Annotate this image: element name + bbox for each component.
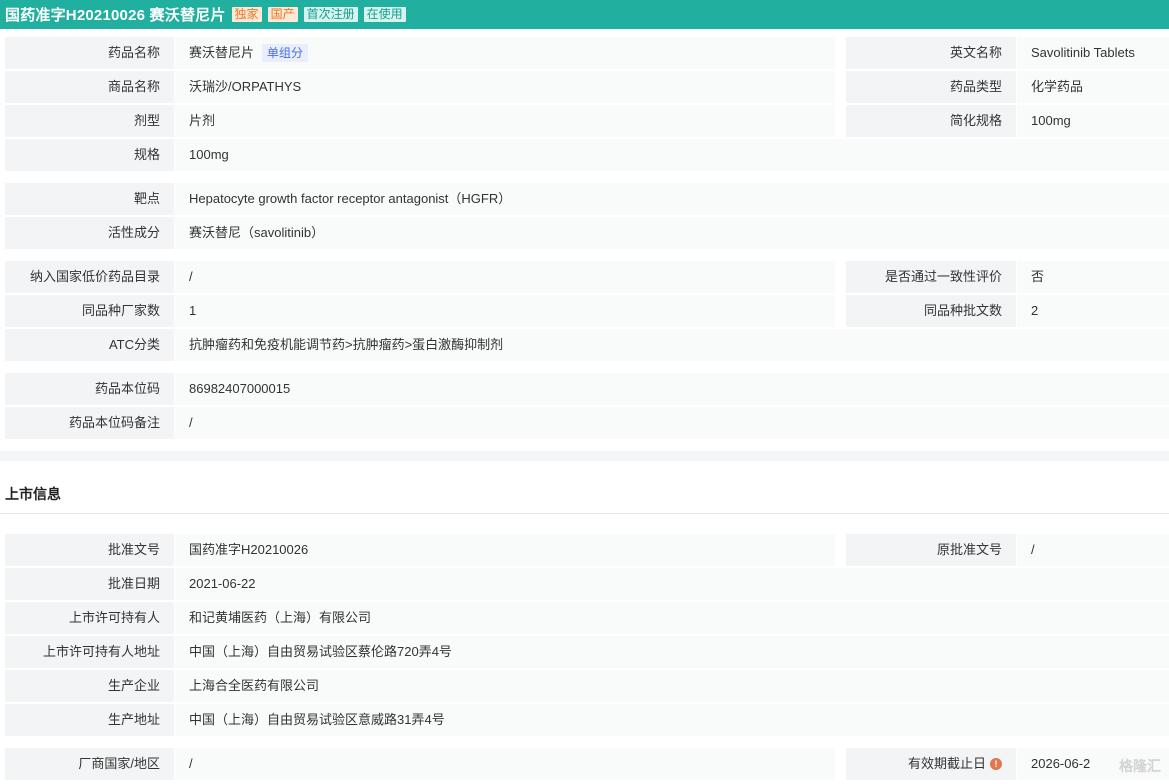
badge-domestic: 国产 [267, 7, 298, 22]
trade-name-value: 沃瑞沙/ORPATHYS [175, 71, 835, 103]
consistency-eval-value: 否 [1017, 261, 1169, 293]
drug-detail-page: 药品名称 赛沃替尼片 单组分 英文名称 Savolitinib Tablets 商… [0, 29, 1169, 784]
drug-code-value: 86982407000015 [175, 373, 1169, 405]
target-label: 靶点 [5, 183, 174, 215]
page-header: 国药准字H20210026 赛沃替尼片 独家 国产 首次注册 在使用 [0, 0, 1169, 29]
target-value: Hepatocyte growth factor receptor antago… [175, 183, 1169, 215]
badge-first-registration: 首次注册 [303, 7, 358, 22]
approval-date-label: 批准日期 [5, 568, 174, 600]
active-ingredient-value: 赛沃替尼（savolitinib） [175, 217, 1169, 249]
approval-count-label: 同品种批文数 [846, 295, 1016, 327]
watermark-logo: 格隆汇 [1119, 758, 1161, 774]
drug-code-note-label: 药品本位码备注 [5, 407, 174, 439]
section-title-underline [0, 513, 1169, 514]
listing-section-title: 上市信息 [5, 486, 61, 502]
expiry-label: 有效期截止日 [907, 756, 986, 771]
dosage-form-value: 片剂 [175, 105, 835, 137]
approval-count-value[interactable]: 2 [1017, 295, 1169, 327]
producer-label: 生产企业 [5, 670, 174, 702]
mfr-count-value[interactable]: 1 [175, 295, 835, 327]
holder-value[interactable]: 和记黄埔医药（上海）有限公司 [175, 602, 1169, 634]
orig-approval-label: 原批准文号 [846, 534, 1016, 566]
badge-exclusive: 独家 [231, 7, 262, 22]
atc-value: 抗肿瘤药和免疫机能调节药>抗肿瘤药>蛋白激酶抑制剂 [175, 329, 1169, 361]
dosage-form-label: 剂型 [5, 105, 174, 137]
en-name-label: 英文名称 [846, 37, 1016, 69]
holder-address-label: 上市许可持有人地址 [5, 636, 174, 668]
expiry-label-cell: 有效期截止日! [846, 748, 1016, 780]
drug-name-text: 赛沃替尼片 [189, 45, 255, 60]
spec-value: 100mg [175, 139, 1169, 171]
approval-no-label: 批准文号 [5, 534, 174, 566]
country-label: 厂商国家/地区 [5, 748, 174, 780]
approval-date-value: 2021-06-22 [175, 568, 1169, 600]
simple-spec-value: 100mg [1017, 105, 1169, 137]
drug-code-label: 药品本位码 [5, 373, 174, 405]
simple-spec-label: 简化规格 [846, 105, 1016, 137]
drug-type-value: 化学药品 [1017, 71, 1169, 103]
holder-address-value: 中国（上海）自由贸易试验区蔡伦路720弄4号 [175, 636, 1169, 668]
info-icon[interactable]: ! [990, 757, 1002, 770]
producer-address-value: 中国（上海）自由贸易试验区意威路31弄4号 [175, 704, 1169, 736]
mfr-count-label: 同品种厂家数 [5, 295, 174, 327]
orig-approval-value: / [1017, 534, 1169, 566]
holder-label: 上市许可持有人 [5, 602, 174, 634]
drug-name-label: 药品名称 [5, 37, 174, 69]
en-name-value: Savolitinib Tablets [1017, 37, 1169, 69]
approval-no-value: 国药准字H20210026 [175, 534, 835, 566]
section-divider [0, 451, 1169, 461]
drug-code-note-value: / [175, 407, 1169, 439]
producer-address-label: 生产地址 [5, 704, 174, 736]
drug-name-value: 赛沃替尼片 单组分 [175, 37, 835, 69]
trade-name-label: 商品名称 [5, 71, 174, 103]
lowprice-catalog-label: 纳入国家低价药品目录 [5, 261, 174, 293]
atc-label: ATC分类 [5, 329, 174, 361]
active-ingredient-label: 活性成分 [5, 217, 174, 249]
badge-in-use: 在使用 [363, 7, 406, 22]
producer-value[interactable]: 上海合全医药有限公司 [175, 670, 1169, 702]
lowprice-catalog-value: / [175, 261, 835, 293]
spec-label: 规格 [5, 139, 174, 171]
single-component-tag: 单组分 [262, 43, 309, 62]
drug-title: 国药准字H20210026 赛沃替尼片 [5, 7, 226, 24]
country-value: / [175, 748, 835, 780]
consistency-eval-label: 是否通过一致性评价 [846, 261, 1016, 293]
drug-type-label: 药品类型 [846, 71, 1016, 103]
